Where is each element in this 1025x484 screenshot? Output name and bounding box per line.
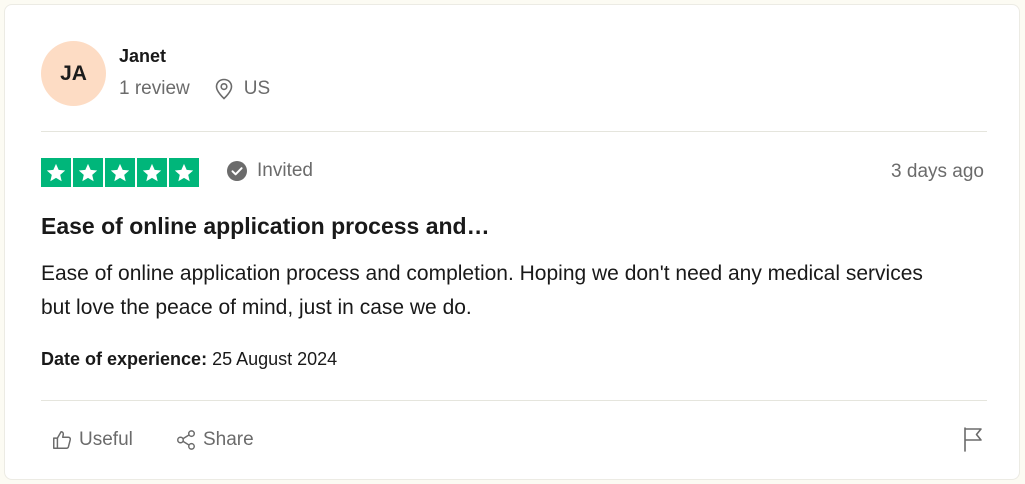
flag-icon [964,427,982,452]
review-card: JA Janet 1 review US Invited 3 days ago … [4,4,1020,480]
flag-button[interactable] [961,426,985,457]
useful-label: Useful [79,429,133,450]
reviewer-name[interactable]: Janet [119,46,166,67]
star-icon [41,158,71,187]
star-icon [137,158,167,187]
useful-button[interactable]: Useful [51,429,133,451]
divider [41,400,987,401]
share-label: Share [203,429,254,450]
review-count: 1 review [119,78,190,99]
star-rating [41,158,199,187]
check-circle-icon [227,161,247,181]
invited-label: Invited [257,160,313,181]
avatar-initials: JA [60,61,87,85]
thumbs-up-icon [53,431,72,449]
date-of-experience: Date of experience: 25 August 2024 [41,349,337,370]
review-title[interactable]: Ease of online application process and… [41,213,490,240]
review-body: Ease of online application process and c… [41,262,923,319]
share-button[interactable]: Share [175,429,254,451]
star-icon [169,158,199,187]
experience-label: Date of experience: [41,349,208,369]
reviewer-meta: 1 review US [119,78,270,100]
invited-badge[interactable]: Invited [227,160,313,182]
location-pin-icon [214,78,234,100]
share-icon [177,430,195,450]
star-icon [73,158,103,187]
review-date: 3 days ago [891,161,984,182]
reviewer-country: US [243,78,271,99]
divider [41,131,987,132]
avatar[interactable]: JA [41,41,106,106]
star-icon [105,158,135,187]
experience-date: 25 August 2024 [212,349,338,369]
